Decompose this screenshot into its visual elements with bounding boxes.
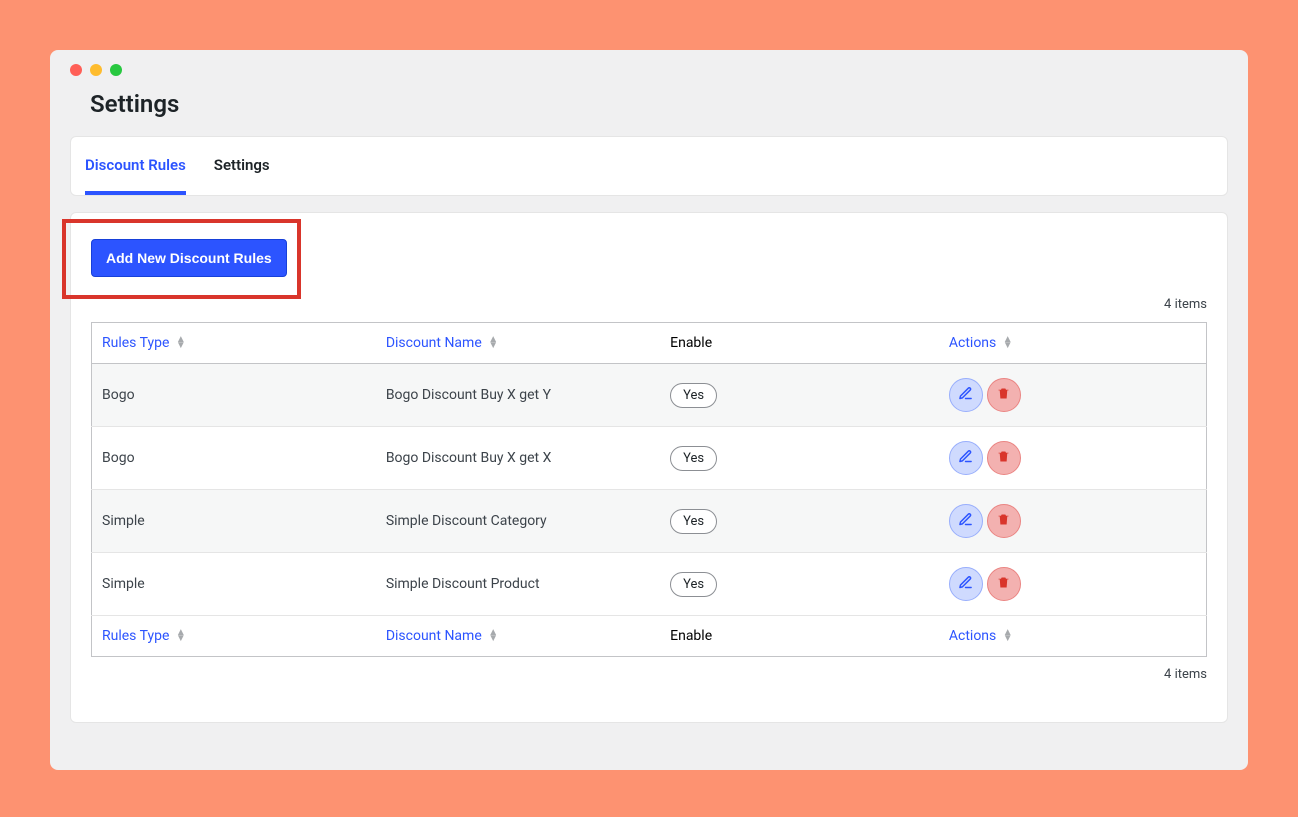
edit-button[interactable] <box>949 378 983 412</box>
sort-icon: ▲▼ <box>1003 337 1013 349</box>
sort-icon: ▲▼ <box>1003 630 1013 642</box>
trash-icon <box>996 575 1011 593</box>
pencil-icon <box>958 386 973 404</box>
col-enable-footer: Enable <box>660 616 939 657</box>
edit-button[interactable] <box>949 504 983 538</box>
enable-pill: Yes <box>670 509 717 534</box>
table-row: BogoBogo Discount Buy X get Y Yes <box>92 364 1207 427</box>
close-icon[interactable] <box>70 64 82 76</box>
items-count-top: 4 items <box>91 297 1207 312</box>
enable-pill: Yes <box>670 383 717 408</box>
sort-icon: ▲▼ <box>488 337 498 349</box>
col-discount-name-sort[interactable]: Discount Name <box>386 335 482 351</box>
tab-settings[interactable]: Settings <box>214 138 270 195</box>
cell-rules-type: Bogo <box>92 427 376 490</box>
cell-rules-type: Simple <box>92 490 376 553</box>
window-controls <box>70 64 1228 76</box>
cell-discount-name: Simple Discount Category <box>376 490 660 553</box>
cell-enable: Yes <box>660 490 939 553</box>
trash-icon <box>996 512 1011 530</box>
tab-discount-rules[interactable]: Discount Rules <box>85 138 186 195</box>
delete-button[interactable] <box>987 441 1021 475</box>
sort-icon: ▲▼ <box>176 337 186 349</box>
cell-actions <box>939 553 1207 616</box>
tab-bar: Discount Rules Settings <box>70 136 1228 196</box>
cell-rules-type: Simple <box>92 553 376 616</box>
col-enable-header: Enable <box>660 323 939 364</box>
sort-icon: ▲▼ <box>176 630 186 642</box>
enable-pill: Yes <box>670 572 717 597</box>
table-row: BogoBogo Discount Buy X get X Yes <box>92 427 1207 490</box>
col-rules-type-sort[interactable]: Rules Type <box>102 628 169 644</box>
sort-icon: ▲▼ <box>488 630 498 642</box>
delete-button[interactable] <box>987 567 1021 601</box>
cell-actions <box>939 427 1207 490</box>
maximize-icon[interactable] <box>110 64 122 76</box>
col-discount-name-sort[interactable]: Discount Name <box>386 628 482 644</box>
pencil-icon <box>958 449 973 467</box>
cell-rules-type: Bogo <box>92 364 376 427</box>
cell-enable: Yes <box>660 427 939 490</box>
edit-button[interactable] <box>949 441 983 475</box>
page-title: Settings <box>90 90 1208 118</box>
cell-enable: Yes <box>660 553 939 616</box>
pencil-icon <box>958 575 973 593</box>
discount-rules-table: Rules Type ▲▼ Discount Name ▲▼ Enable Ac… <box>91 322 1207 657</box>
cell-enable: Yes <box>660 364 939 427</box>
toolbar: Add New Discount Rules <box>91 223 1207 297</box>
minimize-icon[interactable] <box>90 64 102 76</box>
cell-discount-name: Bogo Discount Buy X get X <box>376 427 660 490</box>
table-header-row: Rules Type ▲▼ Discount Name ▲▼ Enable Ac… <box>92 323 1207 364</box>
content-card: Add New Discount Rules 4 items Rules Typ… <box>70 212 1228 723</box>
delete-button[interactable] <box>987 378 1021 412</box>
trash-icon <box>996 449 1011 467</box>
col-rules-type-sort[interactable]: Rules Type <box>102 335 169 351</box>
delete-button[interactable] <box>987 504 1021 538</box>
table-row: SimpleSimple Discount Category Yes <box>92 490 1207 553</box>
cell-discount-name: Simple Discount Product <box>376 553 660 616</box>
col-actions-sort[interactable]: Actions <box>949 335 996 351</box>
items-count-bottom: 4 items <box>91 667 1207 682</box>
trash-icon <box>996 386 1011 404</box>
app-window: Settings Discount Rules Settings Add New… <box>50 50 1248 770</box>
cell-discount-name: Bogo Discount Buy X get Y <box>376 364 660 427</box>
table-row: SimpleSimple Discount Product Yes <box>92 553 1207 616</box>
table-footer-row: Rules Type ▲▼ Discount Name ▲▼ Enable Ac… <box>92 616 1207 657</box>
cell-actions <box>939 490 1207 553</box>
add-new-discount-button[interactable]: Add New Discount Rules <box>91 239 287 277</box>
cell-actions <box>939 364 1207 427</box>
edit-button[interactable] <box>949 567 983 601</box>
col-actions-sort[interactable]: Actions <box>949 628 996 644</box>
enable-pill: Yes <box>670 446 717 471</box>
pencil-icon <box>958 512 973 530</box>
